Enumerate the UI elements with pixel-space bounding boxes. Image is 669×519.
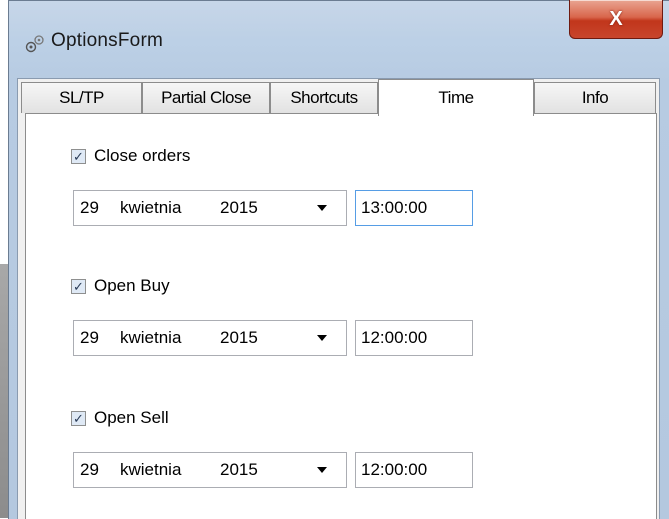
close-orders-checkbox-row[interactable]: ✓ Close orders xyxy=(71,146,190,166)
open-sell-time-input[interactable]: 12:00:00 xyxy=(355,452,473,488)
close-button[interactable]: X xyxy=(569,0,663,39)
check-icon: ✓ xyxy=(73,278,84,294)
dropdown-arrow-icon[interactable] xyxy=(317,205,327,211)
tab-shortcuts[interactable]: Shortcuts xyxy=(270,82,378,113)
date-day: 29 xyxy=(80,328,99,347)
window-title: OptionsForm xyxy=(51,30,164,51)
tab-time[interactable]: Time xyxy=(378,79,534,116)
tab-partial-close[interactable]: Partial Close xyxy=(142,82,270,113)
tab-sl-tp[interactable]: SL/TP xyxy=(21,82,142,113)
open-sell-checkbox-row[interactable]: ✓ Open Sell xyxy=(71,408,169,428)
tab-info[interactable]: Info xyxy=(534,82,656,113)
date-year: 2015 xyxy=(220,460,258,479)
open-sell-label: Open Sell xyxy=(94,408,169,427)
date-year: 2015 xyxy=(220,198,258,217)
time-tab-page: ✓ Close orders 29 kwietnia 2015 13:00:00… xyxy=(25,113,657,519)
check-icon: ✓ xyxy=(73,410,84,426)
date-month: kwietnia xyxy=(120,328,182,347)
date-month: kwietnia xyxy=(120,460,182,479)
title-bar[interactable]: OptionsForm X xyxy=(9,0,669,80)
open-buy-checkbox-row[interactable]: ✓ Open Buy xyxy=(71,276,170,296)
tab-strip: SL/TP Partial Close Shortcuts Time Info xyxy=(21,79,657,116)
background-strip xyxy=(0,0,8,518)
close-orders-checkbox[interactable]: ✓ xyxy=(71,148,86,164)
open-buy-time-input[interactable]: 12:00:00 xyxy=(355,320,473,356)
close-orders-label: Close orders xyxy=(94,146,191,165)
dropdown-arrow-icon[interactable] xyxy=(317,335,327,341)
date-month: kwietnia xyxy=(120,198,182,217)
date-day: 29 xyxy=(80,460,99,479)
open-buy-label: Open Buy xyxy=(94,276,170,295)
close-orders-time-input[interactable]: 13:00:00 xyxy=(355,190,473,226)
close-icon: X xyxy=(609,7,623,30)
date-year: 2015 xyxy=(220,328,258,347)
open-sell-date-picker[interactable]: 29 kwietnia 2015 xyxy=(73,452,347,488)
app-icon xyxy=(25,35,44,53)
date-day: 29 xyxy=(80,198,99,217)
check-icon: ✓ xyxy=(73,148,84,164)
open-sell-checkbox[interactable]: ✓ xyxy=(71,410,86,426)
client-area: SL/TP Partial Close Shortcuts Time Info … xyxy=(17,78,660,519)
open-buy-date-picker[interactable]: 29 kwietnia 2015 xyxy=(73,320,347,356)
background-accent xyxy=(0,264,8,518)
open-buy-checkbox[interactable]: ✓ xyxy=(71,278,86,294)
close-orders-date-picker[interactable]: 29 kwietnia 2015 xyxy=(73,190,347,226)
dropdown-arrow-icon[interactable] xyxy=(317,467,327,473)
